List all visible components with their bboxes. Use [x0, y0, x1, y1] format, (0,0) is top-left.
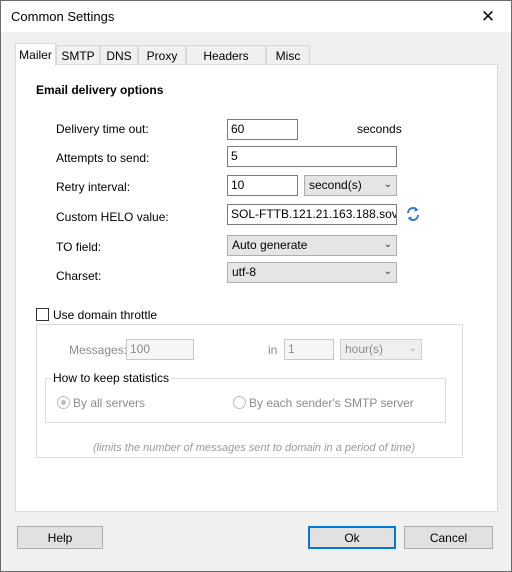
radio-each-server[interactable]: [233, 396, 246, 409]
close-icon: ✕: [480, 6, 496, 26]
domain-throttle-checkbox[interactable]: [36, 308, 49, 321]
helo-label: Custom HELO value:: [56, 210, 169, 224]
tab-misc[interactable]: Misc: [266, 45, 310, 65]
delivery-timeout-unit: seconds: [357, 122, 402, 136]
throttle-group: Messages: 100 in 1 hour(s) ⌄ How to keep…: [36, 324, 463, 458]
attempts-input[interactable]: 5: [227, 146, 397, 167]
delivery-timeout-input[interactable]: 60: [227, 119, 298, 140]
helo-input[interactable]: SOL-FTTB.121.21.163.188.sovam.r: [227, 204, 397, 225]
to-field-label: TO field:: [56, 240, 102, 254]
window-title: Common Settings: [11, 9, 115, 24]
tab-smtp[interactable]: SMTP: [56, 45, 100, 65]
domain-throttle-label: Use domain throttle: [53, 308, 158, 322]
chevron-down-icon: ⌄: [383, 266, 392, 277]
retry-interval-unit-select[interactable]: second(s) ⌄: [304, 175, 397, 196]
statistics-group: How to keep statistics By all servers By…: [45, 371, 446, 423]
help-button[interactable]: Help: [17, 526, 103, 549]
mailer-panel: Email delivery options Delivery time out…: [15, 64, 498, 512]
delivery-timeout-label: Delivery time out:: [56, 122, 149, 136]
in-input[interactable]: 1: [284, 339, 334, 360]
settings-window: Common Settings ✕ Mailer SMTP DNS Proxy …: [0, 0, 512, 572]
retry-interval-unit-value: second(s): [309, 178, 362, 192]
ok-button[interactable]: Ok: [308, 526, 396, 549]
messages-label: Messages:: [69, 343, 128, 357]
in-unit-select[interactable]: hour(s) ⌄: [340, 339, 422, 360]
tab-dns[interactable]: DNS: [100, 45, 138, 65]
retry-interval-input[interactable]: 10: [227, 175, 298, 196]
chevron-down-icon: ⌄: [383, 179, 392, 190]
retry-interval-label: Retry interval:: [56, 180, 131, 194]
charset-label: Charset:: [56, 269, 102, 283]
tab-proxy[interactable]: Proxy: [138, 45, 186, 65]
charset-value: utf-8: [232, 265, 257, 279]
close-button[interactable]: ✕: [465, 1, 511, 32]
chevron-down-icon: ⌄: [408, 343, 417, 354]
to-field-select[interactable]: Auto generate ⌄: [227, 235, 397, 256]
in-label: in: [268, 343, 278, 357]
to-field-value: Auto generate: [232, 238, 308, 252]
radio-each-server-label: By each sender's SMTP server: [249, 396, 414, 410]
charset-select[interactable]: utf-8 ⌄: [227, 262, 397, 283]
cancel-button[interactable]: Cancel: [404, 526, 493, 549]
title-bar: Common Settings ✕: [1, 1, 511, 32]
radio-all-servers-label: By all servers: [73, 396, 146, 410]
refresh-icon[interactable]: [405, 206, 421, 222]
tab-headers[interactable]: Headers: [186, 45, 266, 65]
statistics-group-title: How to keep statistics: [51, 371, 172, 385]
in-unit-value: hour(s): [345, 342, 384, 356]
tab-mailer[interactable]: Mailer: [15, 43, 56, 66]
messages-input[interactable]: 100: [126, 339, 194, 360]
section-title: Email delivery options: [36, 83, 164, 97]
radio-all-servers[interactable]: [57, 396, 70, 409]
throttle-note: (limits the number of messages sent to d…: [93, 442, 416, 454]
chevron-down-icon: ⌄: [383, 239, 392, 250]
attempts-label: Attempts to send:: [56, 151, 150, 165]
